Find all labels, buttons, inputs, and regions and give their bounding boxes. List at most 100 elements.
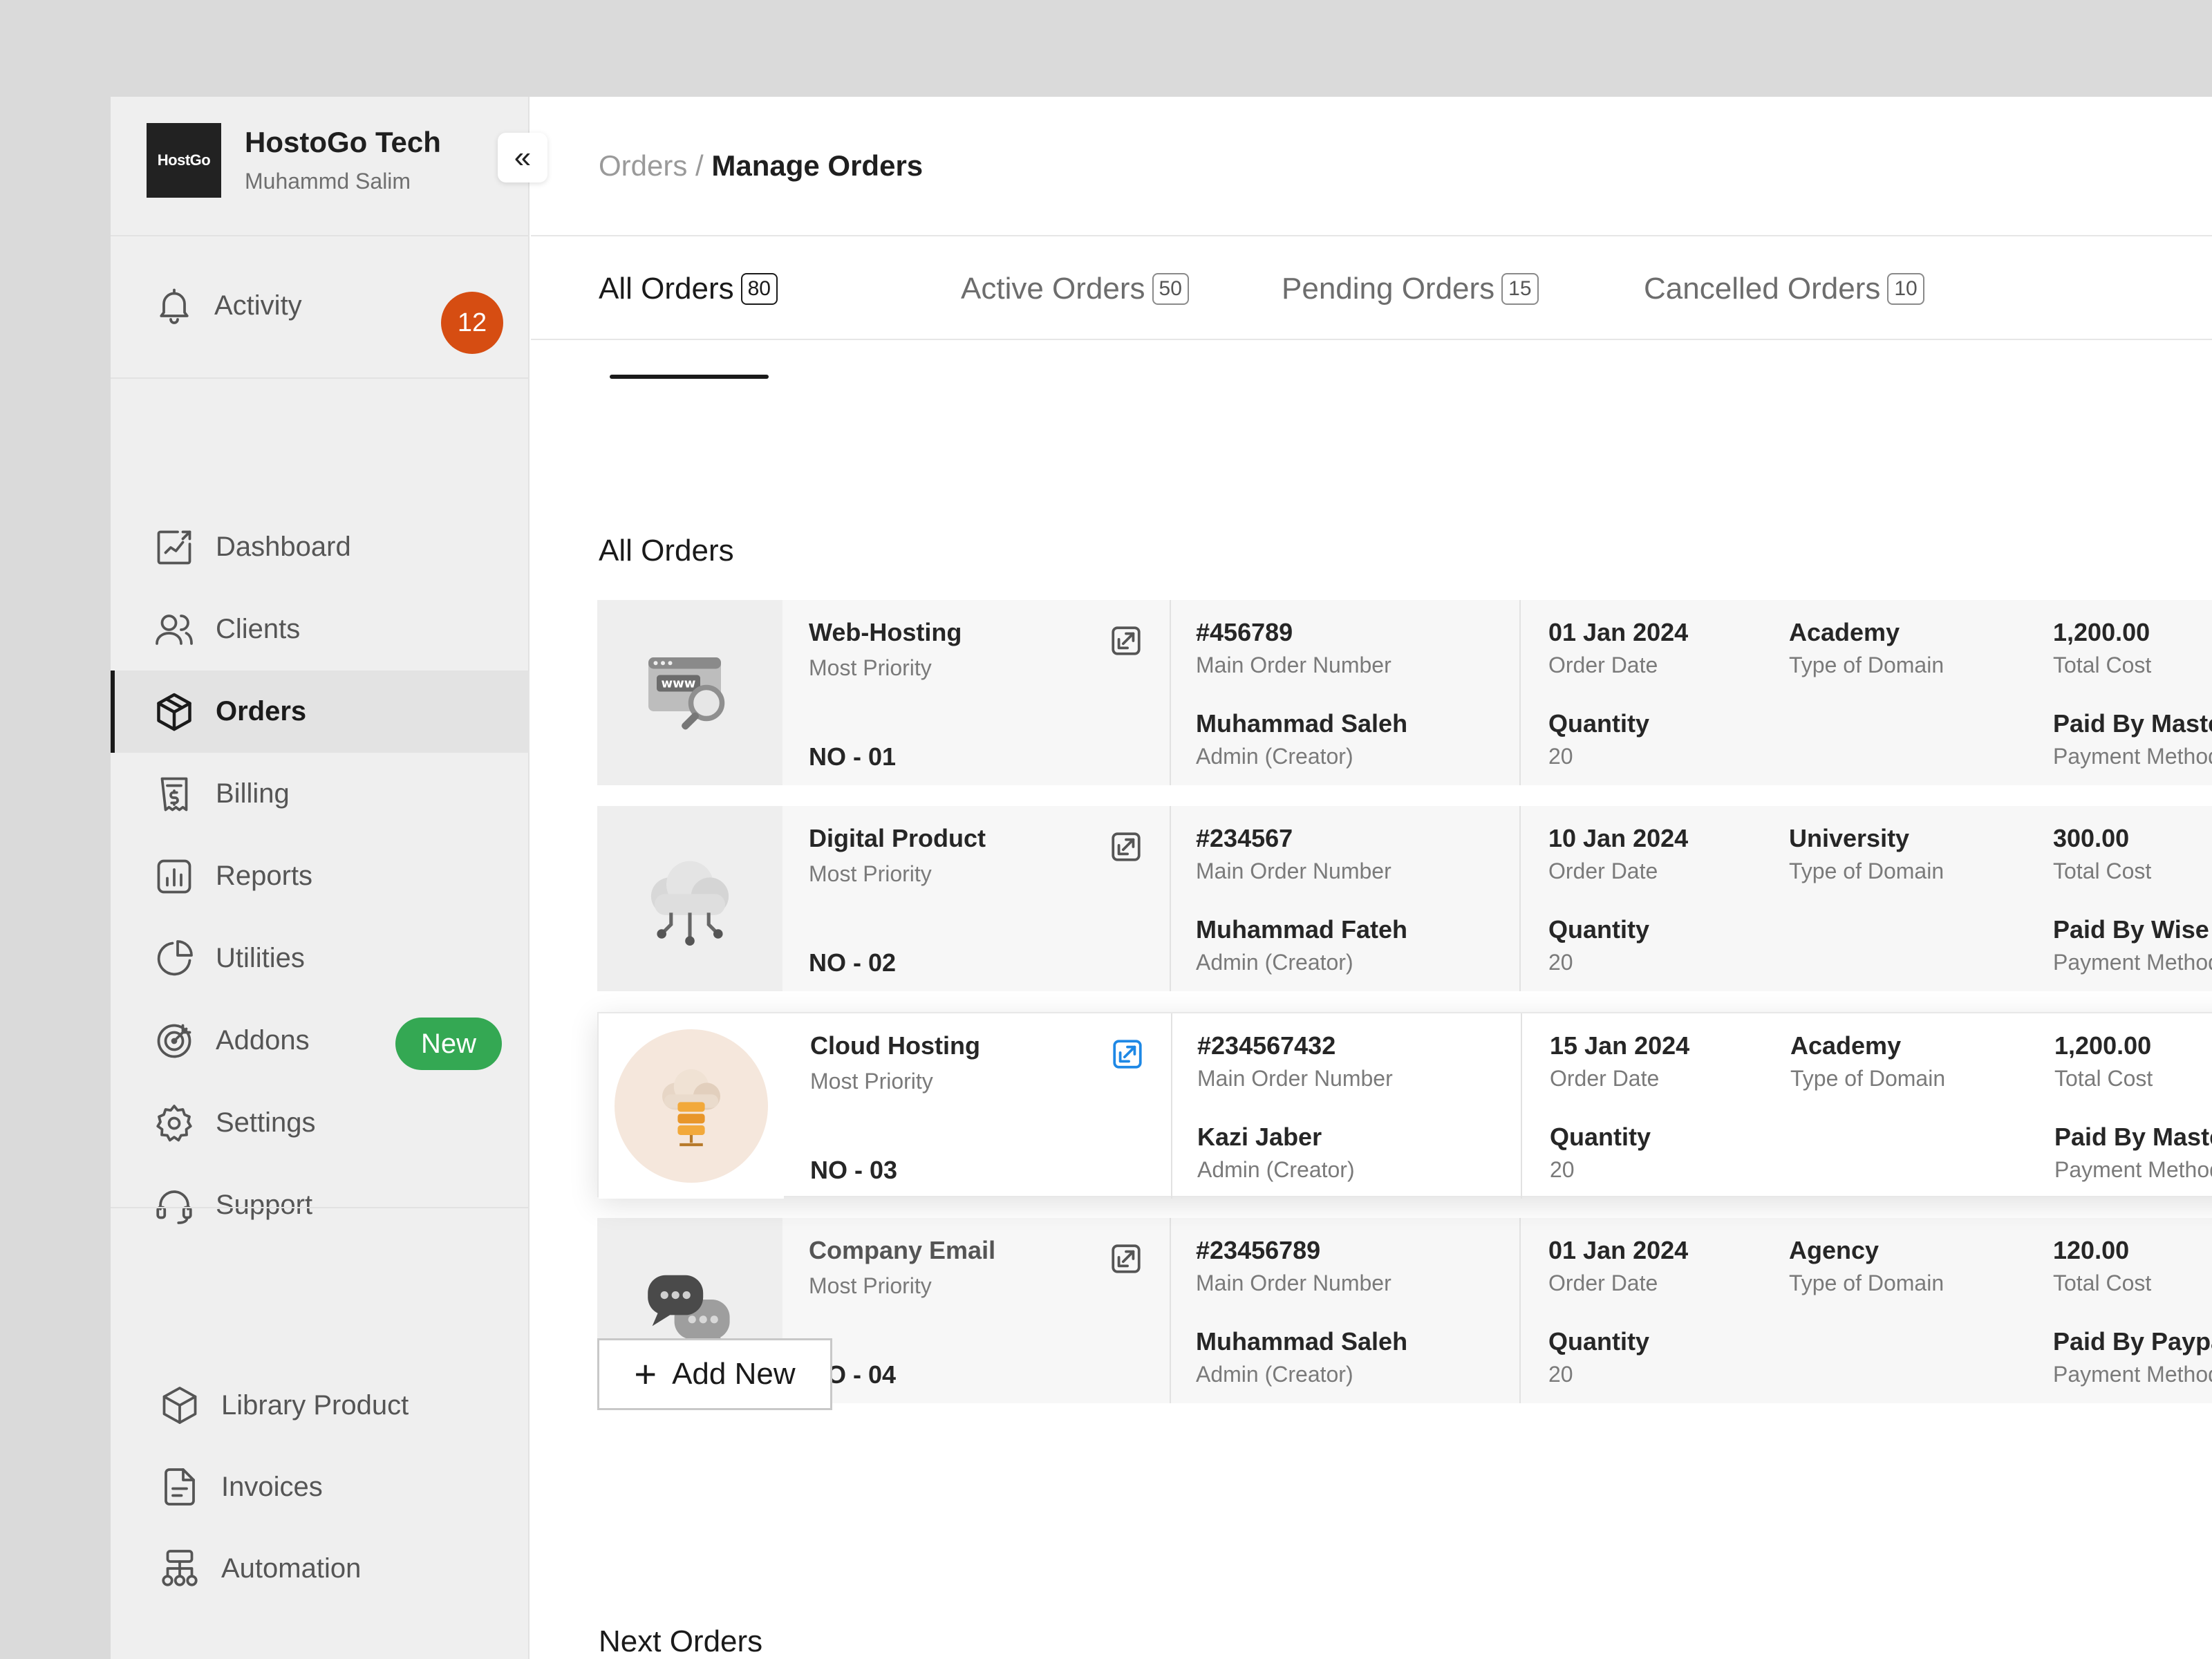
secondary-nav: Library Product Invoices Automation bbox=[111, 1365, 529, 1609]
creator-name: Muhammad Fateh bbox=[1196, 915, 1408, 944]
quantity-value: 20 bbox=[1548, 744, 1573, 769]
order-number: #234567 bbox=[1196, 824, 1293, 852]
sidebar-item-invoices[interactable]: Invoices bbox=[111, 1446, 529, 1528]
tab-count: 15 bbox=[1501, 273, 1539, 305]
tab-all-orders[interactable]: All Orders 80 bbox=[599, 238, 778, 340]
domain-value: Agency bbox=[1789, 1236, 1880, 1264]
total-cost: 1,200.00 bbox=[2053, 618, 2150, 646]
add-new-button[interactable]: + Add New bbox=[597, 1338, 832, 1410]
order-number: #23456789 bbox=[1196, 1236, 1321, 1264]
sidebar-item-orders[interactable]: Orders bbox=[111, 671, 529, 753]
breadcrumb-separator: / bbox=[695, 149, 704, 182]
total-cost: 300.00 bbox=[2053, 824, 2130, 852]
sidebar-item-utilities[interactable]: Utilities bbox=[111, 917, 529, 1000]
sidebar-item-reports[interactable]: Reports bbox=[111, 835, 529, 917]
cost-cell: 1,200.00 Total Cost bbox=[2053, 618, 2151, 678]
thumbnail-circle bbox=[615, 1029, 768, 1183]
creator-name: Kazi Jaber bbox=[1197, 1123, 1322, 1151]
payment-cell: Paid By Master Payment Method bbox=[2053, 709, 2212, 769]
tab-count: 80 bbox=[740, 273, 778, 305]
brand-logo: HostGo bbox=[147, 123, 221, 198]
payment-cell: Paid By Master Payment Method bbox=[2054, 1123, 2212, 1183]
creator-cell: Muhammad Saleh Admin (Creator) bbox=[1196, 1327, 1407, 1387]
field-label: Quantity bbox=[1550, 1123, 1651, 1151]
order-row[interactable]: www Web-Hosting Most Priority NO - 01 #4… bbox=[597, 600, 2212, 785]
field-label: Type of Domain bbox=[1789, 859, 1944, 883]
new-badge: New bbox=[395, 1018, 502, 1070]
product-name: Digital Product bbox=[809, 824, 986, 852]
open-external-icon[interactable] bbox=[1109, 1241, 1143, 1276]
sidebar: HostGo HostoGo Tech Muhammd Salim « Acti… bbox=[111, 97, 547, 1659]
field-label: Order Date bbox=[1550, 1066, 1660, 1091]
sidebar-item-clients[interactable]: Clients bbox=[111, 588, 529, 671]
order-number-cell: #234567 Main Order Number bbox=[1196, 824, 1391, 884]
sidebar-item-addons[interactable]: Addons New bbox=[111, 1000, 529, 1082]
www-search-icon: www bbox=[648, 657, 725, 730]
total-cost: 1,200.00 bbox=[2054, 1031, 2152, 1060]
column-divider bbox=[1170, 806, 1171, 991]
order-date: 10 Jan 2024 bbox=[1548, 824, 1689, 852]
pie-icon bbox=[157, 939, 193, 975]
order-row-selected[interactable]: Cloud Hosting Most Priority NO - 03 #234… bbox=[597, 1012, 2212, 1199]
field-label: Quantity bbox=[1548, 915, 1650, 944]
order-number: #234567432 bbox=[1197, 1031, 1336, 1060]
page-title: Manage Orders bbox=[711, 149, 924, 182]
product-priority: Most Priority bbox=[809, 861, 932, 886]
activity-count-badge: 12 bbox=[441, 292, 503, 354]
sidebar-item-dashboard[interactable]: Dashboard bbox=[111, 506, 529, 588]
product-name: Cloud Hosting bbox=[810, 1031, 980, 1060]
cost-cell: 1,200.00 Total Cost bbox=[2054, 1031, 2153, 1091]
double-chevron-left-icon: « bbox=[514, 140, 532, 174]
bell-icon bbox=[160, 288, 189, 324]
column-divider bbox=[1519, 600, 1521, 785]
order-date: 01 Jan 2024 bbox=[1548, 618, 1689, 646]
breadcrumb-parent-link[interactable]: Orders bbox=[599, 149, 687, 182]
payment-cell: Paid By Paypal Payment Method bbox=[2053, 1327, 2212, 1387]
payment-cell: Paid By Wise Payment Method bbox=[2053, 915, 2212, 975]
open-external-icon[interactable] bbox=[1109, 624, 1143, 658]
section-title-next-orders: Next Orders bbox=[599, 1624, 763, 1658]
tab-active-orders[interactable]: Active Orders 50 bbox=[961, 238, 1189, 340]
order-date-cell: 10 Jan 2024 Order Date bbox=[1548, 824, 1688, 884]
order-tabs: All Orders 80 Active Orders 50 Pending O… bbox=[531, 238, 2212, 340]
mouse-pointer-icon bbox=[2209, 1174, 2212, 1236]
sidebar-divider bbox=[111, 1207, 529, 1208]
field-label: Total Cost bbox=[2053, 653, 2152, 677]
order-date: 01 Jan 2024 bbox=[1548, 1236, 1689, 1264]
order-sequence: NO - 03 bbox=[810, 1156, 898, 1184]
sidebar-item-billing[interactable]: Billing bbox=[111, 753, 529, 835]
collapse-sidebar-button[interactable]: « bbox=[498, 133, 547, 182]
sidebar-item-label: Reports bbox=[216, 861, 313, 891]
open-external-icon[interactable] bbox=[1110, 1037, 1145, 1071]
sidebar-item-library-product[interactable]: Library Product bbox=[111, 1365, 529, 1446]
billing-icon bbox=[160, 777, 188, 811]
sidebar-item-label: Dashboard bbox=[216, 532, 351, 562]
tab-cancelled-orders[interactable]: Cancelled Orders 10 bbox=[1644, 238, 1924, 340]
field-label: Type of Domain bbox=[1789, 1271, 1944, 1295]
product-priority: Most Priority bbox=[809, 1273, 932, 1298]
order-row[interactable]: Company Email Most Priority NO - 04 #234… bbox=[597, 1218, 2212, 1403]
sidebar-item-automation[interactable]: Automation bbox=[111, 1528, 529, 1609]
app-window: HostGo HostoGo Tech Muhammd Salim « Acti… bbox=[111, 97, 2212, 1659]
sidebar-item-settings[interactable]: Settings bbox=[111, 1082, 529, 1164]
creator-cell: Kazi Jaber Admin (Creator) bbox=[1197, 1123, 1355, 1183]
sidebar-item-label: Automation bbox=[221, 1553, 362, 1584]
sidebar-item-support[interactable]: Support bbox=[111, 1164, 529, 1246]
field-label: Order Date bbox=[1548, 653, 1658, 677]
tab-count: 50 bbox=[1152, 273, 1189, 305]
sidebar-item-activity[interactable]: Activity 12 bbox=[111, 238, 529, 379]
order-row[interactable]: Digital Product Most Priority NO - 02 #2… bbox=[597, 806, 2212, 991]
product-name: Web-Hosting bbox=[809, 618, 962, 646]
tab-pending-orders[interactable]: Pending Orders 15 bbox=[1282, 238, 1539, 340]
domain-cell: Academy Type of Domain bbox=[1790, 1031, 1945, 1091]
order-date-cell: 01 Jan 2024 Order Date bbox=[1548, 618, 1688, 678]
field-label: Main Order Number bbox=[1197, 1066, 1393, 1091]
column-divider bbox=[1519, 806, 1521, 991]
product-name: Company Email bbox=[809, 1236, 996, 1264]
column-divider bbox=[1519, 1218, 1521, 1403]
field-label: Admin (Creator) bbox=[1196, 1362, 1353, 1387]
sidebar-item-label: Clients bbox=[216, 614, 301, 644]
open-external-icon[interactable] bbox=[1109, 830, 1143, 864]
column-divider bbox=[1171, 1013, 1172, 1199]
order-sequence: NO - 02 bbox=[809, 948, 897, 977]
